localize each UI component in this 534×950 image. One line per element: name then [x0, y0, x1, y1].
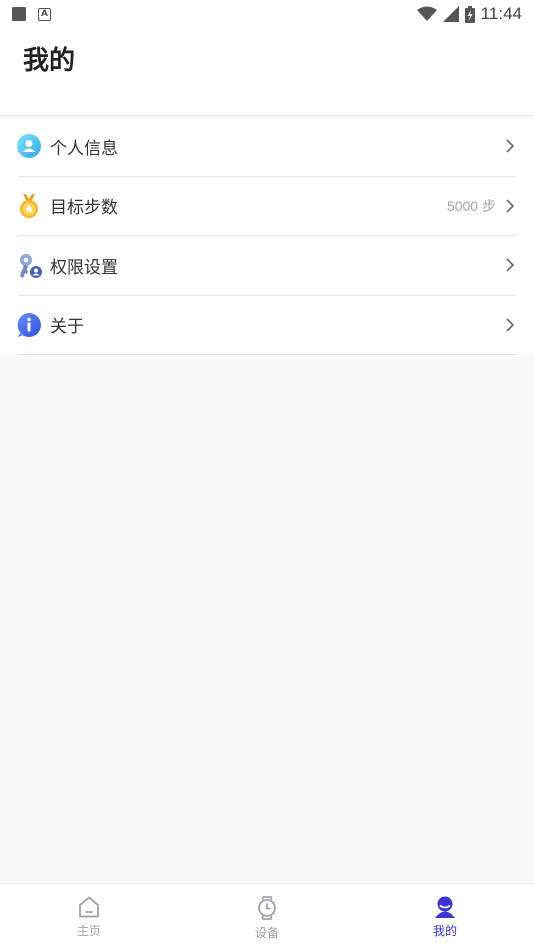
- menu-item-permissions[interactable]: 权限设置: [18, 236, 516, 296]
- bottom-nav: 主页 设备 我的: [0, 883, 534, 950]
- menu-item-personal-info[interactable]: 个人信息: [17, 117, 516, 177]
- chevron-right-icon: [506, 318, 515, 332]
- status-time: 11:44: [480, 4, 522, 23]
- menu-item-target-steps[interactable]: 目标步数 5000 步: [18, 177, 516, 236]
- chevron-right-icon: [506, 199, 515, 213]
- info-icon: [17, 312, 41, 337]
- nav-label: 主页: [76, 924, 101, 938]
- signal-icon: [442, 6, 459, 22]
- menu-item-label: 目标步数: [50, 198, 118, 219]
- wifi-icon: [416, 6, 437, 21]
- page-header: 我的: [0, 28, 534, 116]
- watch-icon: [258, 896, 276, 920]
- notification-a-icon: A: [38, 7, 51, 21]
- status-bar: A 11:44: [0, 0, 534, 28]
- menu-item-label: 关于: [50, 317, 84, 338]
- target-steps-value: 5000 步: [446, 197, 496, 214]
- nav-item-device[interactable]: 设备: [178, 884, 356, 950]
- menu-item-label: 个人信息: [50, 138, 118, 159]
- key-icon: [20, 254, 42, 279]
- profile-icon: [435, 896, 455, 918]
- chevron-right-icon: [506, 258, 515, 272]
- nav-item-home[interactable]: 主页: [0, 884, 178, 950]
- screen: A 11:44 我的 个人信息 目标步数 5000 步 权限设置 关于 主页 设…: [0, 0, 534, 950]
- nav-label: 设备: [254, 926, 279, 940]
- notification-square-icon: [12, 7, 26, 21]
- menu-list: 个人信息 目标步数 5000 步 权限设置 关于: [0, 117, 534, 355]
- menu-item-about[interactable]: 关于: [17, 296, 516, 355]
- nav-label: 我的: [432, 924, 457, 938]
- home-icon: [79, 896, 99, 918]
- page-title: 我的: [23, 46, 76, 76]
- menu-item-label: 权限设置: [50, 257, 118, 278]
- user-icon: [17, 134, 41, 159]
- battery-icon: [464, 5, 475, 23]
- chevron-right-icon: [506, 139, 515, 153]
- nav-item-mine[interactable]: 我的: [356, 884, 534, 950]
- medal-icon: [20, 193, 38, 218]
